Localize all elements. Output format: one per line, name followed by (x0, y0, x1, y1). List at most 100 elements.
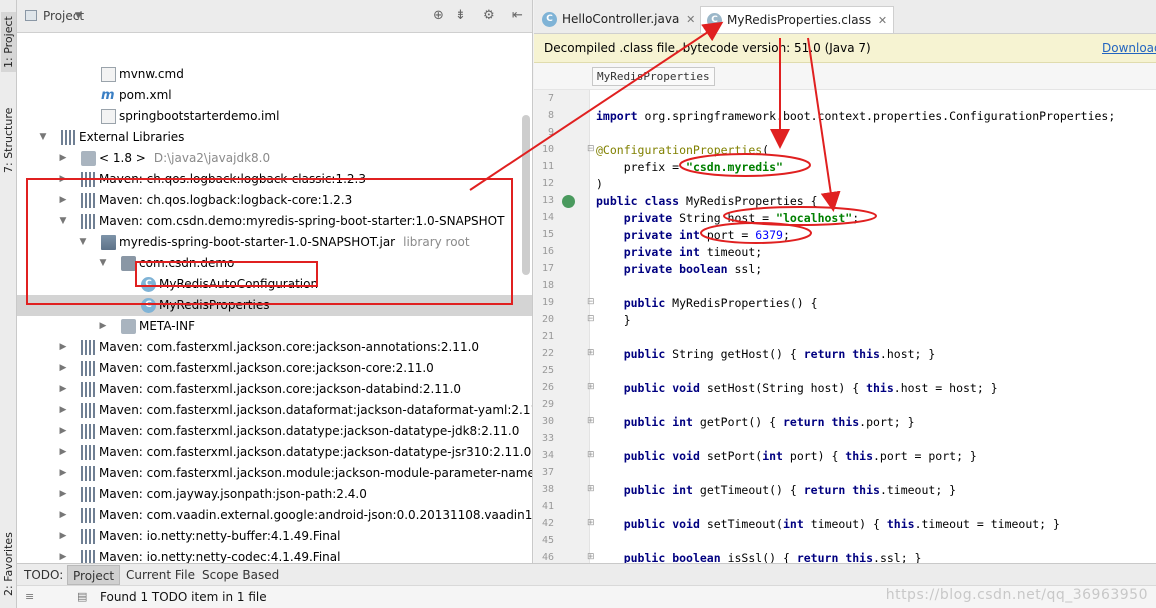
collapsed-arrow-icon[interactable]: ▶ (57, 505, 69, 526)
fold-toggle-icon[interactable]: ⊞ (587, 518, 595, 528)
code-line: import org.springframework.boot.context.… (596, 109, 1116, 123)
class-icon: C (141, 277, 156, 292)
locate-file-icon[interactable]: ⊕ (433, 8, 444, 23)
fold-toggle-icon[interactable]: ⊞ (587, 382, 595, 392)
tree-row[interactable]: m pom.xml (17, 85, 532, 106)
tree-row-label: Maven: ch.qos.logback:logback-classic:1.… (99, 169, 366, 190)
tree-row[interactable]: ▼ Maven: com.csdn.demo:myredis-spring-boo… (17, 211, 532, 232)
code-line: private boolean ssl; (623, 262, 763, 276)
tree-row[interactable]: ▶ Maven: com.vaadin.external.google:andro… (17, 505, 532, 526)
tree-row[interactable]: mvnw.cmd (17, 64, 532, 85)
collapsed-arrow-icon[interactable]: ▶ (57, 358, 69, 379)
fold-toggle-icon[interactable]: ⊞ (587, 450, 595, 460)
collapsed-arrow-icon[interactable]: ▶ (57, 463, 69, 484)
tree-row[interactable]: ▶ Maven: com.fasterxml.jackson.core:jacks… (17, 358, 532, 379)
project-tool-tab[interactable]: 1: Project (1, 12, 16, 72)
line-number: 38 (541, 484, 554, 495)
tree-row[interactable]: ▶ Maven: io.netty:netty-buffer:4.1.49.Fin… (17, 526, 532, 547)
tree-row-label: com.csdn.demo (139, 253, 234, 274)
tree-row-label: META-INF (139, 316, 195, 337)
expanded-arrow-icon[interactable]: ▼ (57, 211, 69, 232)
scope-dropdown-icon[interactable]: ▼ (75, 11, 82, 21)
collapsed-arrow-icon[interactable]: ▶ (57, 442, 69, 463)
collapsed-arrow-icon[interactable]: ▶ (97, 316, 109, 337)
tree-row[interactable]: ▼ com.csdn.demo (17, 253, 532, 274)
collapsed-arrow-icon[interactable]: ▶ (57, 400, 69, 421)
expand-icon[interactable]: ≡ (25, 590, 34, 603)
tree-row[interactable]: ▶ Maven: io.netty:netty-codec:4.1.49.Fina… (17, 547, 532, 563)
tree-row[interactable]: ▶ Maven: com.fasterxml.jackson.core:jacks… (17, 337, 532, 358)
line-number: 33 (541, 433, 554, 444)
tree-row[interactable]: ▶ Maven: ch.qos.logback:logback-classic:1… (17, 169, 532, 190)
library-icon (81, 445, 96, 460)
collapse-all-icon[interactable]: ⇟ (455, 8, 466, 23)
tree-row[interactable]: ▼ External Libraries (17, 127, 532, 148)
tree-row[interactable]: ▶ Maven: com.fasterxml.jackson.datatype:j… (17, 442, 532, 463)
collapsed-arrow-icon[interactable]: ▶ (57, 148, 69, 169)
structure-tool-tab[interactable]: 7: Structure (1, 100, 16, 180)
left-tool-strip: 1: Project 7: Structure 2: Favorites (0, 0, 17, 608)
tree-row[interactable]: ▶ Maven: com.fasterxml.jackson.module:jac… (17, 463, 532, 484)
tree-row-label: Maven: com.fasterxml.jackson.dataformat:… (99, 400, 532, 421)
todo-filter-icon[interactable]: ▤ (77, 590, 87, 603)
fold-toggle-icon[interactable]: ⊟ (587, 297, 595, 307)
expanded-arrow-icon[interactable]: ▼ (97, 253, 109, 274)
tree-row[interactable]: ▶ Maven: com.fasterxml.jackson.datatype:j… (17, 421, 532, 442)
tree-row[interactable]: ▶ Maven: com.jayway.jsonpath:json-path:2.… (17, 484, 532, 505)
tree-row-label: Maven: com.fasterxml.jackson.module:jack… (99, 463, 532, 484)
close-tab-icon[interactable]: ✕ (878, 7, 887, 34)
tree-row-text: Maven: com.jayway.jsonpath:json-path:2.4… (99, 487, 367, 501)
line-number: 41 (541, 501, 554, 512)
tree-row-suffix: library root (403, 235, 470, 249)
tab-myredisproperties[interactable]: C MyRedisProperties.class ✕ (700, 6, 895, 34)
line-number: 30 (541, 416, 554, 427)
download-sources-link[interactable]: Download (1102, 34, 1156, 62)
collapsed-arrow-icon[interactable]: ▶ (57, 547, 69, 563)
fold-toggle-icon[interactable]: ⊞ (587, 484, 595, 494)
line-number: 37 (541, 467, 554, 478)
fold-toggle-icon[interactable]: ⊟ (587, 144, 595, 154)
tree-row[interactable]: springbootstarterdemo.iml (17, 106, 532, 127)
collapsed-arrow-icon[interactable]: ▶ (57, 526, 69, 547)
breadcrumb[interactable]: MyRedisProperties (592, 67, 715, 86)
collapsed-arrow-icon[interactable]: ▶ (57, 484, 69, 505)
tree-row[interactable]: ▶ Maven: com.fasterxml.jackson.core:jacks… (17, 379, 532, 400)
collapsed-arrow-icon[interactable]: ▶ (57, 190, 69, 211)
collapsed-arrow-icon[interactable]: ▶ (57, 337, 69, 358)
todo-tab-project[interactable]: Project (67, 565, 121, 585)
line-number: 46 (541, 552, 554, 563)
tree-row[interactable]: C MyRedisAutoConfiguration (17, 274, 532, 295)
collapsed-arrow-icon[interactable]: ▶ (57, 421, 69, 442)
expanded-arrow-icon[interactable]: ▼ (77, 232, 89, 253)
hide-panel-icon[interactable]: ⇤ (512, 8, 523, 23)
favorites-tool-tab[interactable]: 2: Favorites (1, 525, 16, 603)
tree-row[interactable]: ▶ Maven: ch.qos.logback:logback-core:1.2.… (17, 190, 532, 211)
collapsed-arrow-icon[interactable]: ▶ (57, 379, 69, 400)
watermark: https://blog.csdn.net/qq_36963950 (885, 587, 1148, 603)
tree-row[interactable]: C MyRedisProperties (17, 295, 532, 316)
line-number: 20 (541, 314, 554, 325)
close-tab-icon[interactable]: ✕ (686, 6, 695, 33)
expanded-arrow-icon[interactable]: ▼ (37, 127, 49, 148)
tree-row[interactable]: ▼ myredis-spring-boot-starter-1.0-SNAPSHO… (17, 232, 532, 253)
todo-tab-scope-based[interactable]: Scope Based (197, 565, 284, 585)
tree-row[interactable]: ▶ META-INF (17, 316, 532, 337)
settings-gear-icon[interactable]: ⚙ (483, 8, 495, 23)
tree-row-label: Maven: com.vaadin.external.google:androi… (99, 505, 532, 526)
tree-scrollbar[interactable] (522, 115, 530, 275)
tree-row-label: Maven: com.jayway.jsonpath:json-path:2.4… (99, 484, 367, 505)
class-file-icon: C (542, 12, 557, 27)
tab-hello-controller[interactable]: C HelloController.java ✕ (536, 6, 701, 33)
fold-toggle-icon[interactable]: ⊟ (587, 314, 595, 324)
collapsed-arrow-icon[interactable]: ▶ (57, 169, 69, 190)
tree-row[interactable]: ▶ Maven: com.fasterxml.jackson.dataformat… (17, 400, 532, 421)
fold-toggle-icon[interactable]: ⊞ (587, 416, 595, 426)
line-number: 8 (547, 110, 554, 121)
code-area[interactable]: import org.springframework.boot.context.… (596, 90, 1156, 563)
tree-row[interactable]: ▶ < 1.8 > D:\java2\javajdk8.0 (17, 148, 532, 169)
fold-toggle-icon[interactable]: ⊞ (587, 552, 595, 562)
tree-row-label: Maven: io.netty:netty-buffer:4.1.49.Fina… (99, 526, 341, 547)
todo-tab-current-file[interactable]: Current File (121, 565, 200, 585)
implemented-gutter-icon[interactable] (562, 195, 575, 208)
fold-toggle-icon[interactable]: ⊞ (587, 348, 595, 358)
